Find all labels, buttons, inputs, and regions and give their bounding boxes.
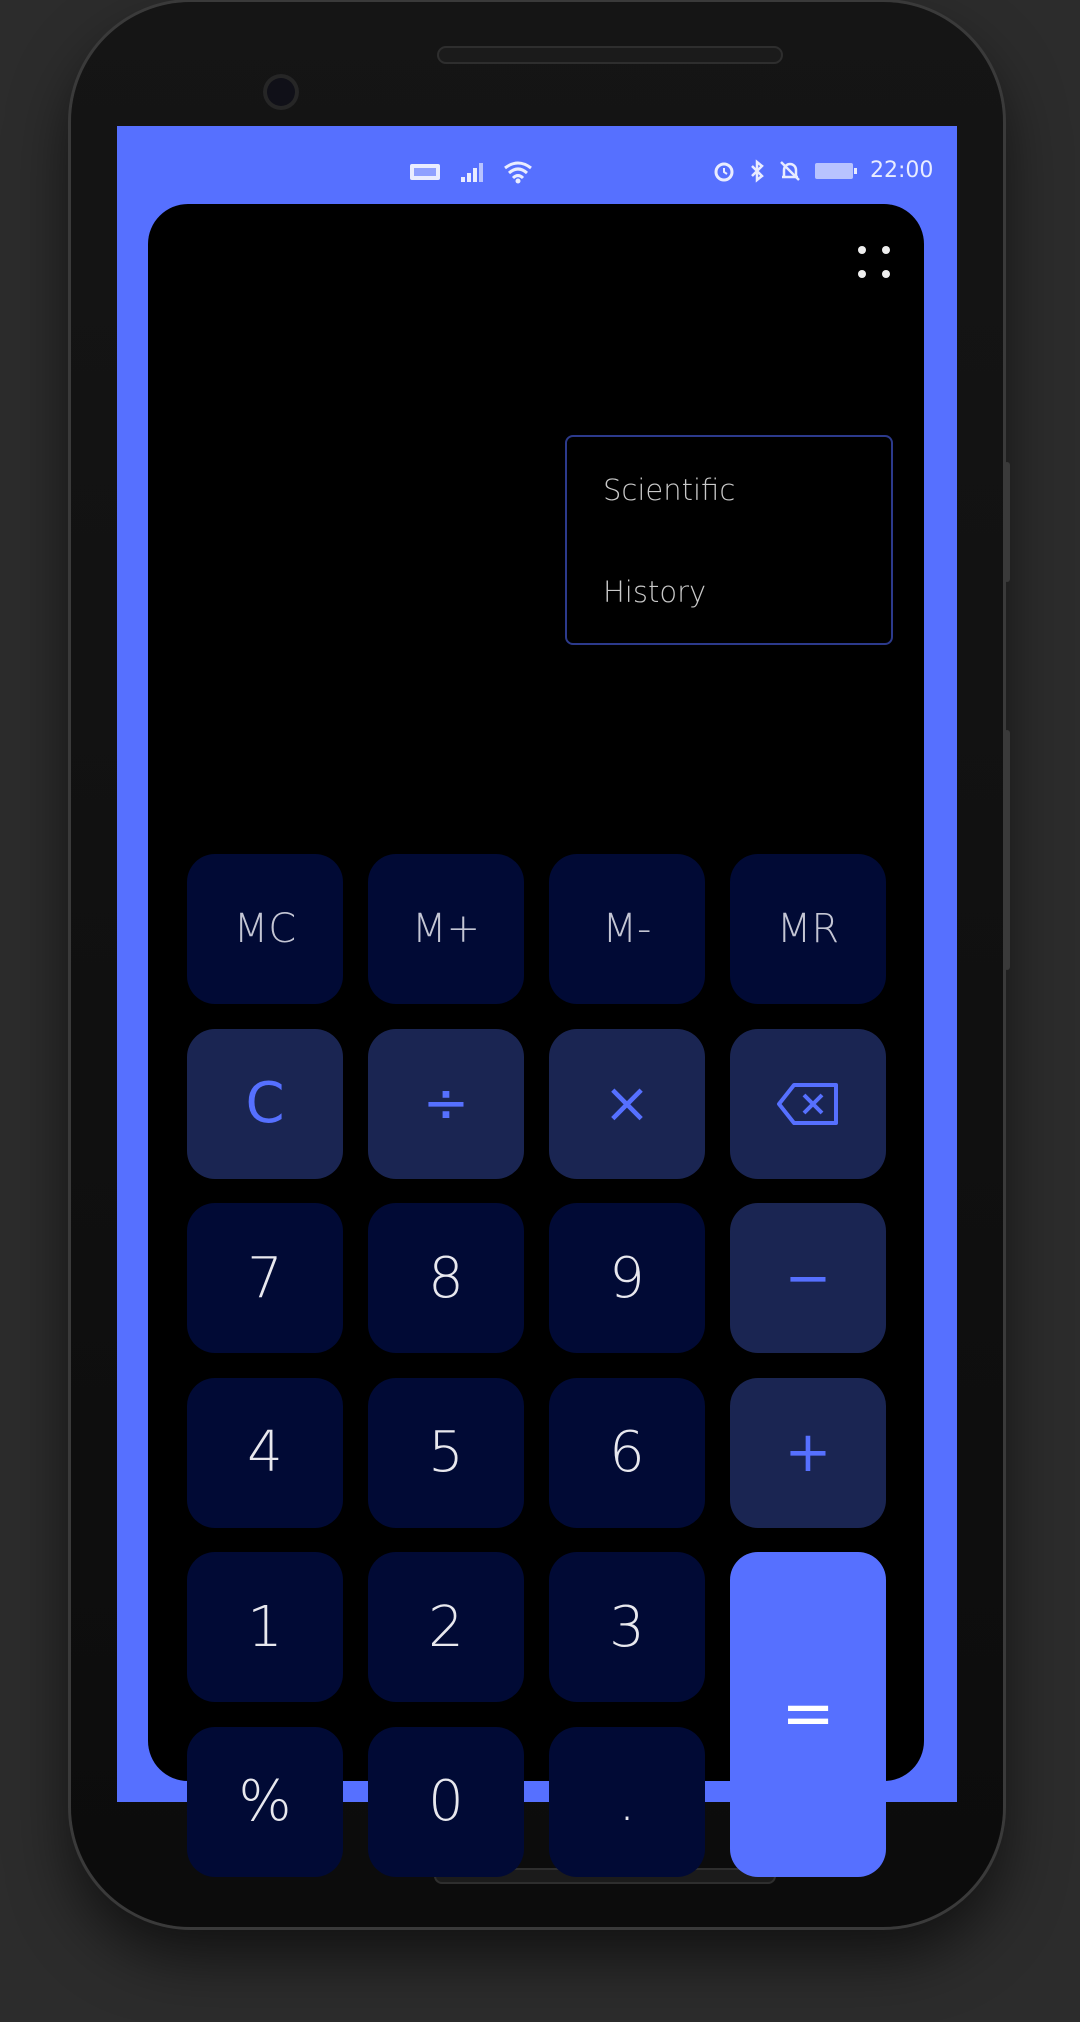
power-button [1004,730,1010,970]
alarm-icon [714,162,734,181]
volte-icon [410,164,440,180]
key-label: − [784,1245,832,1311]
divide-button[interactable]: ÷ [368,1028,524,1179]
key-label: 8 [428,1245,464,1311]
digit-5-button[interactable]: 5 [368,1377,524,1528]
digit-7-button[interactable]: 7 [187,1203,343,1353]
backspace-icon [777,1082,838,1125]
more-dots-icon[interactable] [856,244,892,280]
clear-button[interactable]: C [187,1028,343,1179]
equals-button[interactable]: = [730,1552,886,1877]
key-label: 0 [428,1769,464,1834]
digit-3-button[interactable]: 3 [549,1552,705,1702]
multiply-button[interactable]: × [549,1028,705,1179]
memory-subtract-button[interactable]: M- [549,854,705,1004]
calculator-panel: Scientific History MC M+ M- MR C ÷ × 7 8 9 − 4 5 6 +1 2… [148,204,924,1877]
key-label: MR [776,906,840,952]
key-label: = [781,1677,835,1752]
minus-button[interactable]: − [730,1203,886,1353]
key-label: 9 [609,1245,645,1311]
signal-icon [461,163,483,182]
key-label: 3 [609,1594,645,1660]
menu-item-history[interactable]: History [603,575,706,609]
wifi-icon [504,161,532,184]
key-label: MC [233,906,297,952]
memory-add-button[interactable]: M+ [368,854,524,1004]
plus-button[interactable]: + [730,1377,886,1528]
key-label: M- [602,906,652,952]
key-label: × [603,1071,651,1136]
key-label: ÷ [422,1071,470,1136]
digit-1-button[interactable]: 1 [187,1552,343,1702]
key-label: 6 [609,1420,645,1485]
menu-item-scientific[interactable]: Scientific [603,473,735,507]
decimal-button[interactable]: . [549,1726,705,1877]
key-label: 4 [247,1420,283,1485]
key-label: + [784,1420,832,1485]
screen: 22:00 Scientific History MC M+ M- MR C ÷ × 7 8 9 −… [117,126,957,1877]
digit-4-button[interactable]: 4 [187,1377,343,1528]
mute-icon [780,160,800,181]
backspace-button[interactable] [730,1028,886,1179]
front-camera [263,74,299,110]
key-label: 5 [428,1420,464,1485]
digit-2-button[interactable]: 2 [368,1552,524,1702]
bluetooth-icon [751,158,764,183]
battery-icon [815,162,857,179]
key-label: C [245,1071,285,1136]
key-label: 2 [428,1594,464,1660]
key-label: 1 [247,1594,283,1660]
key-label: % [238,1769,292,1834]
volume-button [1004,462,1010,582]
digit-6-button[interactable]: 6 [549,1377,705,1528]
earpiece-speaker [437,46,783,64]
digit-8-button[interactable]: 8 [368,1203,524,1353]
key-label: . [618,1769,636,1834]
memory-clear-button[interactable]: MC [187,854,343,1004]
key-label: M+ [411,906,481,952]
key-label: 7 [247,1245,283,1311]
memory-recall-button[interactable]: MR [730,854,886,1004]
status-time: 22:00 [870,158,934,183]
status-bar: 22:00 [117,156,957,192]
digit-9-button[interactable]: 9 [549,1203,705,1353]
overflow-menu: Scientific History [565,435,893,645]
digit-0-button[interactable]: 0 [368,1726,524,1877]
percent-button[interactable]: % [187,1726,343,1877]
